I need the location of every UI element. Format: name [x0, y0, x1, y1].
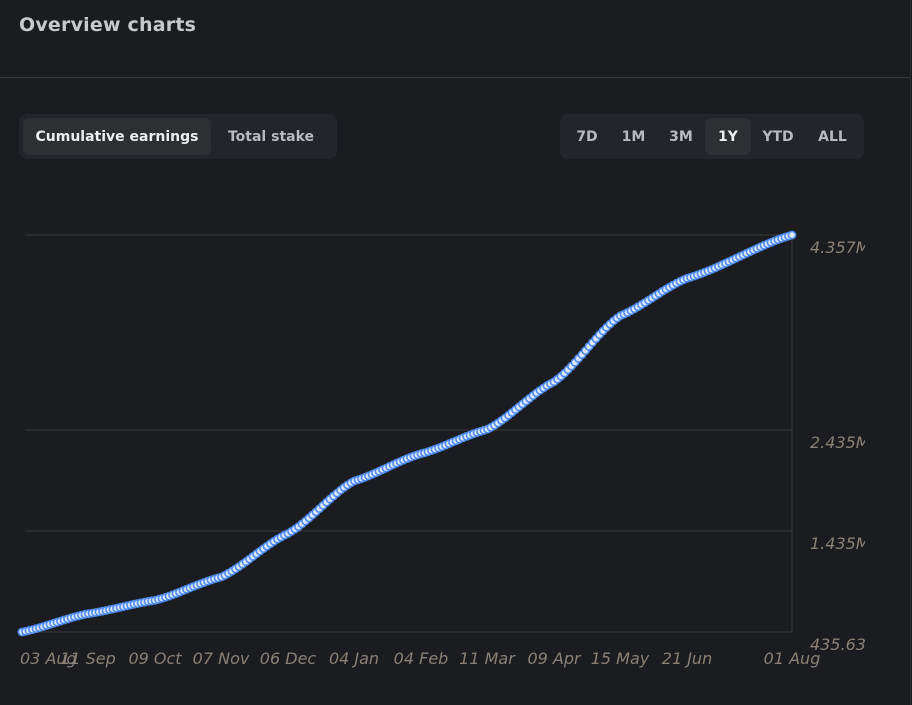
range-1y-button[interactable]: 1Y — [705, 118, 751, 155]
x-tick-label: 11 Mar — [459, 649, 516, 668]
marker-layer — [17, 230, 797, 637]
x-tick-label: 15 May — [591, 649, 650, 668]
overview-charts-panel: Overview charts Cumulative earnings Tota… — [0, 0, 911, 705]
range-all-button[interactable]: ALL — [805, 118, 860, 155]
earnings-chart: 4.357M 2.435M 1.435M 435.63 03 Aug 11 Sep 09 … — [0, 180, 870, 680]
x-tick-label: 09 Apr — [527, 649, 582, 668]
panel-title: Overview charts — [19, 14, 197, 36]
range-ytd-button[interactable]: YTD — [751, 118, 805, 155]
x-tick-label: 01 Aug — [764, 649, 821, 668]
y-tick-label: 4.357M — [810, 238, 865, 257]
header-divider — [0, 77, 910, 78]
range-1m-button[interactable]: 1M — [610, 118, 657, 155]
tab-cumulative-earnings[interactable]: Cumulative earnings — [23, 118, 211, 155]
range-toggle: 7D 1M 3M 1Y YTD ALL — [560, 114, 864, 159]
tab-total-stake[interactable]: Total stake — [211, 118, 331, 155]
y-tick-label: 1.435M — [810, 534, 865, 553]
x-tick-label: 04 Jan — [329, 649, 379, 668]
data-point — [787, 230, 797, 240]
grid-layer — [25, 234, 793, 633]
x-tick-label: 07 Nov — [193, 649, 250, 668]
x-tick-layer: 03 Aug11 Sep 09 Oct 07 Nov 06 Dec 04 Jan 04 F… — [20, 649, 820, 668]
y-tick-label: 2.435M — [810, 433, 865, 452]
metric-toggle: Cumulative earnings Total stake — [19, 114, 337, 159]
y-tick-layer: 4.357M2.435M1.435M435.63 — [810, 238, 870, 654]
x-tick-label: 21 Jun — [662, 649, 712, 668]
chart-svg: 4.357M2.435M1.435M435.63 03 Aug11 Sep 09 … — [17, 230, 870, 668]
x-tick-label: 09 Oct — [128, 649, 182, 668]
range-7d-button[interactable]: 7D — [564, 118, 610, 155]
x-tick-label: 06 Dec — [260, 649, 317, 668]
line-layer — [21, 233, 793, 634]
series-line — [21, 233, 793, 634]
x-tick-label: 11 Sep — [60, 649, 116, 668]
x-tick-label: 04 Feb — [394, 649, 449, 668]
range-3m-button[interactable]: 3M — [657, 118, 705, 155]
